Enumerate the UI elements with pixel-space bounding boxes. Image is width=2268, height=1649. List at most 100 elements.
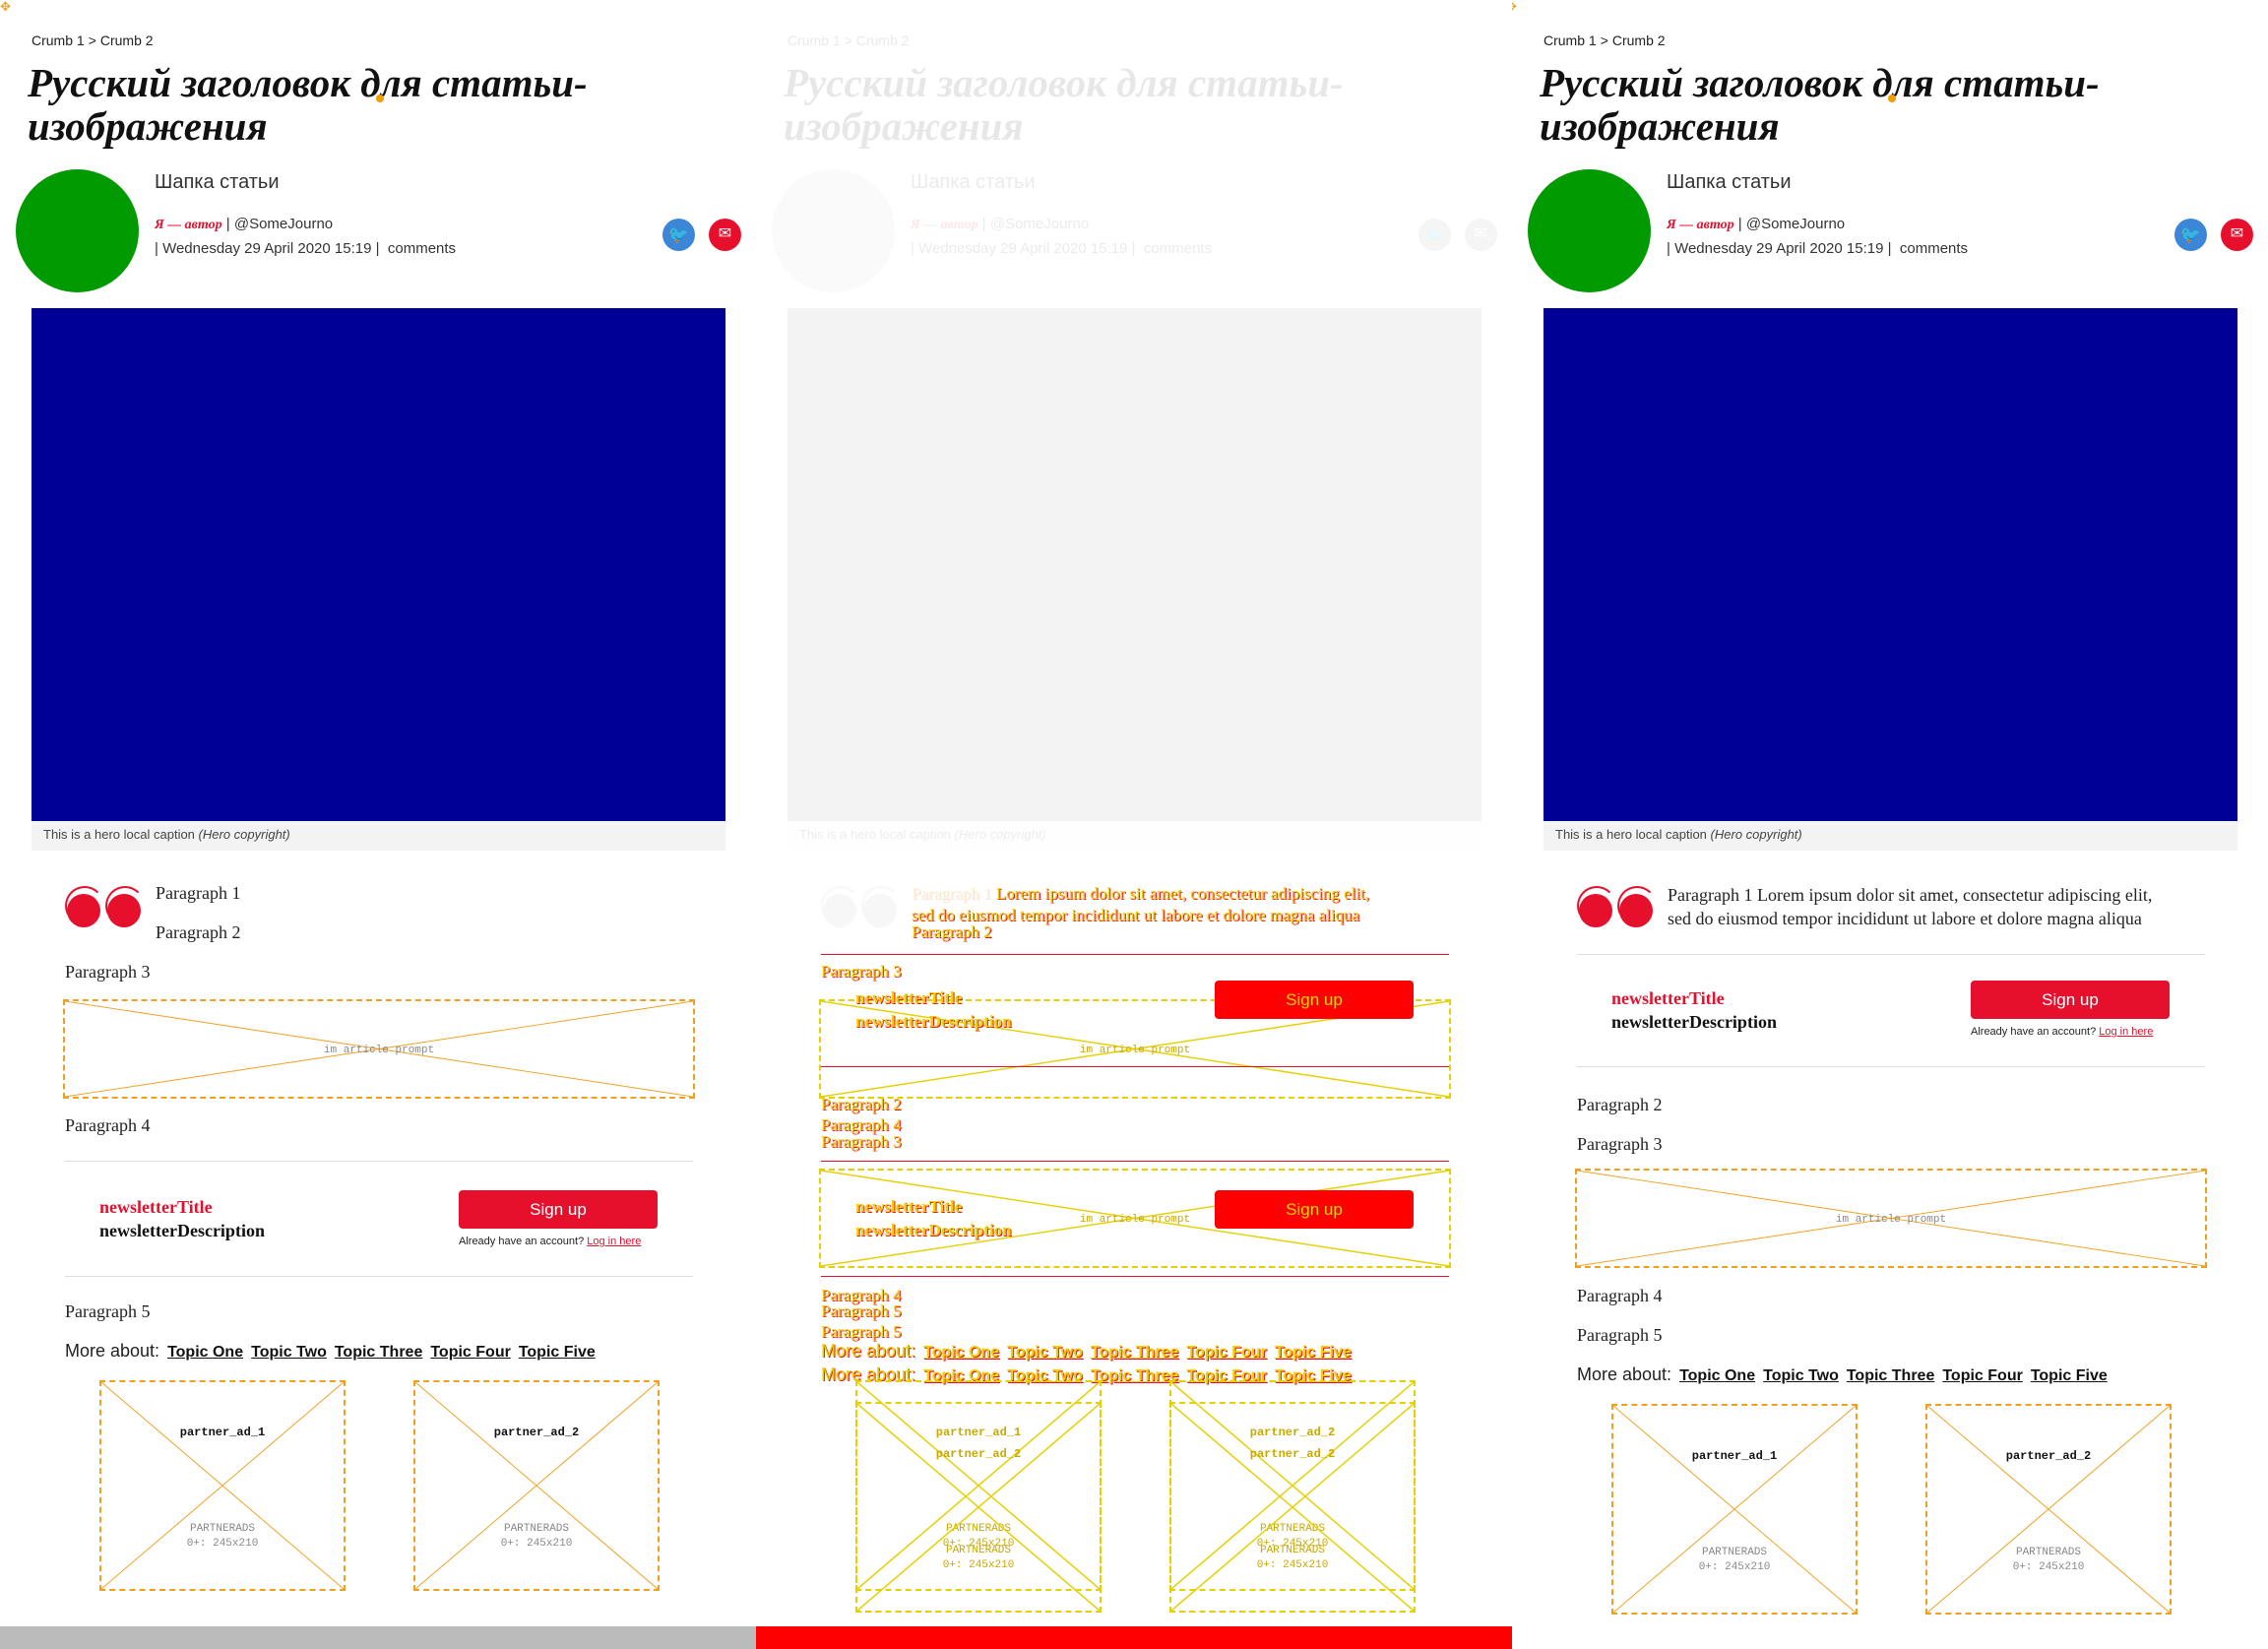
author-name[interactable]: Я — автор — [155, 218, 222, 232]
article-title: Русский заголовок для статьи-изображения — [784, 60, 1344, 149]
author-avatar — [1528, 169, 1651, 292]
topic-link[interactable]: Topic Three — [335, 1344, 423, 1361]
caption-copyright: (Hero copyright) — [954, 827, 1046, 842]
topic-link[interactable]: Topic Three — [1091, 1344, 1179, 1361]
caption-copyright: (Hero copyright) — [198, 827, 290, 842]
login-link[interactable]: Log in here — [2099, 1026, 2153, 1038]
comments-link[interactable]: comments — [1144, 240, 1212, 257]
twitter-share-icon[interactable]: 🐦 — [2174, 219, 2207, 251]
author-handle[interactable]: @SomeJourno — [990, 216, 1089, 232]
partner-ad-1[interactable]: partner_ad_1 PARTNERADS 0+: 245x210 — [99, 1380, 346, 1591]
diff-partner-ad-2-shifted[interactable]: partner_ad_2 PARTNERADS 0+: 245x210 — [1169, 1402, 1416, 1613]
diff-newsletter-title: newsletterTitle — [855, 988, 963, 1007]
topic-link[interactable]: Topic One — [1679, 1367, 1755, 1384]
topic-link[interactable]: Topic Three — [1847, 1367, 1935, 1384]
login-link[interactable]: Log in here — [587, 1236, 641, 1247]
login-prefix: Already have an account? — [459, 1236, 585, 1247]
ad-meta: PARTNERADS 0+: 245x210 — [415, 1522, 658, 1552]
byline: Я — автор | @SomeJourno | Wednesday 29 A… — [155, 213, 456, 261]
paragraph-2: Paragraph 2 — [1577, 1095, 1663, 1114]
topic-link[interactable]: Topic One — [167, 1344, 243, 1361]
article-standfirst: Шапка статьи — [155, 171, 280, 193]
diff-paragraph-3: Paragraph 3 — [821, 962, 902, 981]
breadcrumb-separator: > — [1600, 32, 1608, 48]
paragraph-3: Paragraph 3 — [65, 962, 151, 982]
breadcrumb-item-2[interactable]: Crumb 2 — [1612, 32, 1666, 48]
hero-caption: This is a hero local caption (Hero copyr… — [32, 821, 725, 851]
topic-link[interactable]: Topic Four — [1942, 1367, 2022, 1384]
paragraph-1-body-b: sed do eiusmod tempor incididunt ut labo… — [1668, 909, 2142, 928]
author-handle[interactable]: @SomeJourno — [1746, 216, 1845, 232]
email-share-icon[interactable]: ✉ — [2221, 219, 2253, 251]
corner-marker-icon: ✥ — [1512, 0, 1520, 14]
diff-paragraph-5: Paragraph 5 — [821, 1301, 902, 1320]
publish-date: | Wednesday 29 April 2020 15:19 | — [911, 240, 1136, 257]
corner-marker-icon: ✥ — [0, 0, 11, 14]
breadcrumb-item-1[interactable]: Crumb 1 — [1544, 32, 1597, 48]
diff-paragraph-2b: Paragraph 2 — [821, 1095, 902, 1113]
ad-name: partner_ad_2 — [1249, 1447, 1336, 1461]
diff-more-about: More about: Topic One Topic Two Topic Three… — [821, 1341, 1352, 1362]
breadcrumb: Crumb 1 > Crumb 2 — [788, 32, 914, 48]
breadcrumb-item-1[interactable]: Crumb 1 — [32, 32, 85, 48]
article-title: Русский заголовок для статьи-изображения — [1540, 61, 2150, 148]
breadcrumb-item-1[interactable]: Crumb 1 — [788, 32, 841, 48]
topic-link[interactable]: Topic Two — [1763, 1367, 1839, 1384]
paragraph-1: Paragraph 1 — [156, 883, 241, 903]
paragraph-5: Paragraph 5 — [65, 1301, 151, 1321]
bottom-bar-grey — [0, 1626, 756, 1649]
partner-ad-2[interactable]: partner_ad_2 PARTNERADS 0+: 245x210 — [413, 1380, 660, 1591]
topic-link[interactable]: Topic Four — [1186, 1344, 1266, 1361]
topic-link[interactable]: Topic One — [923, 1344, 999, 1361]
comments-link[interactable]: comments — [388, 240, 456, 257]
ad-provider: PARTNERADS — [1259, 1545, 1325, 1556]
breadcrumb-item-2[interactable]: Crumb 2 — [100, 32, 154, 48]
diff-rule — [821, 1066, 1449, 1067]
hero-image — [1544, 308, 2237, 821]
ad-name: partner_ad_2 — [493, 1426, 580, 1439]
ad-provider: PARTNERADS — [189, 1523, 255, 1535]
divider — [65, 1276, 693, 1277]
diff-p1-body-a: Lorem ipsum dolor sit amet, consectetur … — [995, 884, 1370, 903]
article-standfirst: Шапка статьи — [1667, 171, 1792, 193]
diff-signup-button[interactable]: Sign up — [1215, 981, 1414, 1019]
email-share-icon[interactable]: ✉ — [1465, 219, 1497, 251]
partner-ad-2[interactable]: partner_ad_2 PARTNERADS 0+: 245x210 — [1925, 1404, 2172, 1615]
ad-size: 0+: 245x210 — [186, 1538, 259, 1550]
paragraph-4: Paragraph 4 — [65, 1115, 151, 1135]
bottom-bar-red — [756, 1626, 1512, 1649]
author-name[interactable]: Я — автор — [911, 218, 978, 232]
comments-link[interactable]: comments — [1900, 240, 1968, 257]
paragraph-3: Paragraph 3 — [1577, 1134, 1663, 1154]
author-handle[interactable]: @SomeJourno — [234, 216, 333, 232]
topic-link[interactable]: Topic Three — [1091, 1367, 1179, 1384]
partner-ad-1[interactable]: partner_ad_1 PARTNERADS 0+: 245x210 — [1611, 1404, 1858, 1615]
topic-link[interactable]: Topic Five — [2031, 1367, 2108, 1384]
diff-signup-button-2[interactable]: Sign up — [1215, 1190, 1414, 1229]
breadcrumb-item-2[interactable]: Crumb 2 — [856, 32, 910, 48]
diff-paragraph-3b: Paragraph 3 — [821, 1132, 902, 1151]
topic-link[interactable]: Topic Four — [430, 1344, 510, 1361]
hero-image — [788, 308, 1481, 821]
diff-partner-ad-1-shifted[interactable]: partner_ad_2 PARTNERADS 0+: 245x210 — [855, 1402, 1102, 1613]
author-avatar — [16, 169, 139, 292]
newsletter-title: newsletterTitle — [1611, 988, 1725, 1008]
topic-link[interactable]: Topic Two — [1007, 1344, 1083, 1361]
byline: Я — автор | @SomeJourno | Wednesday 29 A… — [911, 213, 1212, 261]
author-name[interactable]: Я — автор — [1667, 218, 1734, 232]
twitter-share-icon[interactable]: 🐦 — [662, 219, 695, 251]
caption-copyright: (Hero copyright) — [1710, 827, 1802, 842]
paragraph-4: Paragraph 4 — [1577, 1286, 1663, 1305]
topic-link[interactable]: Topic Two — [251, 1344, 327, 1361]
ad-meta: PARTNERADS 0+: 245x210 — [1927, 1546, 2170, 1575]
paragraph-1-lead: Paragraph 1 — [1668, 885, 1753, 905]
twitter-share-icon[interactable]: 🐦 — [1418, 219, 1451, 251]
diff-newsletter-description: newsletterDescription — [855, 1012, 1012, 1031]
email-share-icon[interactable]: ✉ — [709, 219, 741, 251]
newsletter-signup-button[interactable]: Sign up — [1971, 981, 2170, 1019]
ad-size: 0+: 245x210 — [1698, 1561, 1771, 1573]
topic-link[interactable]: Topic Five — [519, 1344, 596, 1361]
article-prompt-placeholder: im article prompt — [63, 999, 695, 1099]
topic-link[interactable]: Topic Five — [1275, 1344, 1352, 1361]
newsletter-signup-button[interactable]: Sign up — [459, 1190, 658, 1229]
